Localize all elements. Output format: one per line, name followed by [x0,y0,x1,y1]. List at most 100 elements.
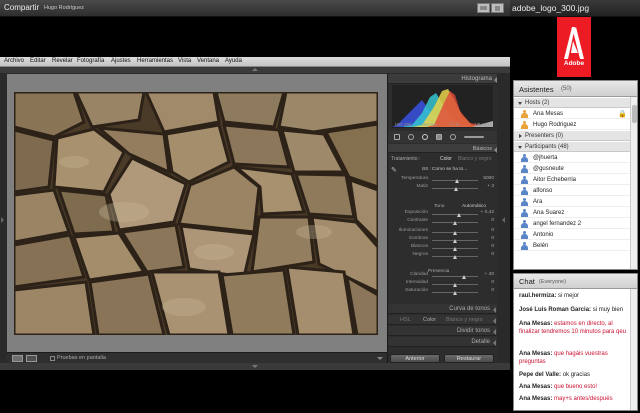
slider-value[interactable]: 0 [480,228,494,233]
slider-value[interactable]: 0 [480,288,494,293]
hsl-tab-row: HSL Color Blanco y negro [388,315,498,325]
group-hosts[interactable]: Hosts (2) [514,98,630,108]
loupe-view-button[interactable] [12,355,23,362]
slider-value[interactable]: + 0,42 [480,210,494,215]
brush-slider-icon[interactable] [464,136,484,138]
attendee-row[interactable]: Ana Suarez [514,208,630,218]
slider-value[interactable]: + 40 [480,272,494,277]
pod-fullscreen-button[interactable] [491,3,504,13]
before-after-button[interactable] [26,355,37,362]
filmstrip-toggle[interactable] [0,363,510,370]
slider-track[interactable] [432,276,478,277]
attendee-row[interactable]: @jhuerta [514,153,630,163]
slider-thumb[interactable] [453,247,457,251]
group-participants[interactable]: Participants (48) [514,142,630,152]
attendees-scrollbar[interactable] [630,97,637,269]
menu-vista[interactable]: Vista [178,58,191,64]
eyedropper-icon[interactable]: ✎ [391,166,397,174]
chat-text: si mejor [558,293,580,299]
bw-tab[interactable]: Blanco y negro [446,317,483,323]
softproof-checkbox[interactable] [50,356,55,361]
wb-dropdown[interactable]: Como se ha to... [432,167,467,172]
menu-ayuda[interactable]: Ayuda [225,58,242,64]
attendees-count: (50) [561,86,572,92]
share-pod: Compartir Hugo Rodríguez Archivo Editar … [0,0,510,413]
attendee-row[interactable]: @gusneute [514,164,630,174]
pod-layout-button[interactable] [477,3,490,13]
slider-value[interactable]: 0 [480,218,494,223]
slider-thumb[interactable] [455,179,460,183]
group-presenters[interactable]: Presenters (0) [514,131,630,141]
slider-value[interactable]: + 3 [480,184,494,189]
attendees-title: Asistentes [519,85,554,94]
radial-filter-icon[interactable] [450,134,456,140]
crop-tool-icon[interactable] [394,134,400,140]
chat-scrollbar[interactable] [630,289,637,410]
menu-revelar[interactable]: Revelar [52,58,73,64]
slider-value[interactable]: 0 [480,244,494,249]
slider-thumb[interactable] [453,187,458,191]
chat-text: may+s antes/después [554,396,613,402]
attendee-row[interactable]: Ara [514,197,630,207]
participant-user-icon [521,176,528,184]
reset-button[interactable]: Restaurar [444,354,494,363]
red-eye-icon[interactable] [422,134,428,140]
attendee-row[interactable]: Antonio [514,230,630,240]
chat-sender: Ana Mesas: [519,321,553,327]
slider-thumb[interactable] [453,283,457,287]
slider-thumb[interactable] [453,255,457,259]
right-panel-toggle-icon[interactable] [502,217,505,223]
basic-header[interactable]: Básicos [388,144,498,153]
slider-track[interactable] [432,214,478,215]
slider-label: Claridad [410,272,428,277]
slider-label: Blancos [410,244,428,249]
menu-herramientas[interactable]: Herramientas [137,58,173,64]
presenter-name: Hugo Rodríguez [44,5,85,11]
slider-value[interactable]: 0 [480,280,494,285]
color-tab[interactable]: Color [423,317,436,323]
histogram-header[interactable]: Histograma [388,74,498,84]
previous-button[interactable]: Anterior [390,354,440,363]
slider-thumb[interactable] [456,213,461,217]
menu-editar[interactable]: Editar [30,58,46,64]
slider-thumb[interactable] [453,239,457,243]
attendee-row[interactable]: Aitor Echeberria [514,175,630,185]
chat-text: que bueno esto! [554,384,598,390]
attendee-name: @gusneute [533,166,564,172]
treatment-bw[interactable]: Blanco y negro [458,156,491,162]
slider-value[interactable]: 0 [480,252,494,257]
split-toning-tab[interactable]: Dividir tonos [388,326,498,336]
chat-message: raul.hermiza: si mejor [519,293,631,301]
attendee-row[interactable]: angel fernandez 2 [514,219,630,229]
menu-ventana[interactable]: Ventana [197,58,219,64]
slider-thumb[interactable] [462,275,467,279]
slider-value[interactable]: 0 [480,236,494,241]
spot-removal-icon[interactable] [408,134,414,140]
slider-thumb[interactable] [453,231,457,235]
slider-value[interactable]: 5000 [480,176,494,181]
menu-fotografia[interactable]: Fotografía [77,58,104,64]
tone-auto-button[interactable]: Automático [462,204,486,209]
chat-scope[interactable]: (Everyone) [539,279,566,285]
slider-thumb[interactable] [453,291,457,295]
develop-right-panel: Histograma ISO 200 50 mm f / 11 1/8 seg [387,74,498,363]
detail-tab[interactable]: Detalle [388,337,498,347]
hsl-tab[interactable]: HSL [400,317,411,323]
attendee-row[interactable]: Hugo Rodriguez [514,120,630,130]
left-panel-toggle-icon[interactable] [1,217,4,223]
attendee-row[interactable]: alfonso [514,186,630,196]
menu-archivo[interactable]: Archivo [4,58,24,64]
graduated-filter-icon[interactable] [436,134,442,140]
treatment-color[interactable]: Color [440,156,452,162]
toolbar-menu-icon[interactable] [377,357,383,360]
menu-ajustes[interactable]: Ajustes [111,58,131,64]
attendee-row[interactable]: Belén [514,241,630,251]
share-pod-titlebar: Compartir Hugo Rodríguez [0,0,510,17]
chat-message: Ana Mesas: que hagáis vuestras preguntas [519,351,631,366]
host-user-icon [521,121,528,129]
top-panel-toggle[interactable] [0,67,510,73]
slider-thumb[interactable] [453,221,457,225]
scroll-thumb[interactable] [632,105,637,123]
attendee-row[interactable]: Ana Mesas 🔒 [514,109,630,119]
tone-curve-tab[interactable]: Curva de tonos [388,304,498,314]
